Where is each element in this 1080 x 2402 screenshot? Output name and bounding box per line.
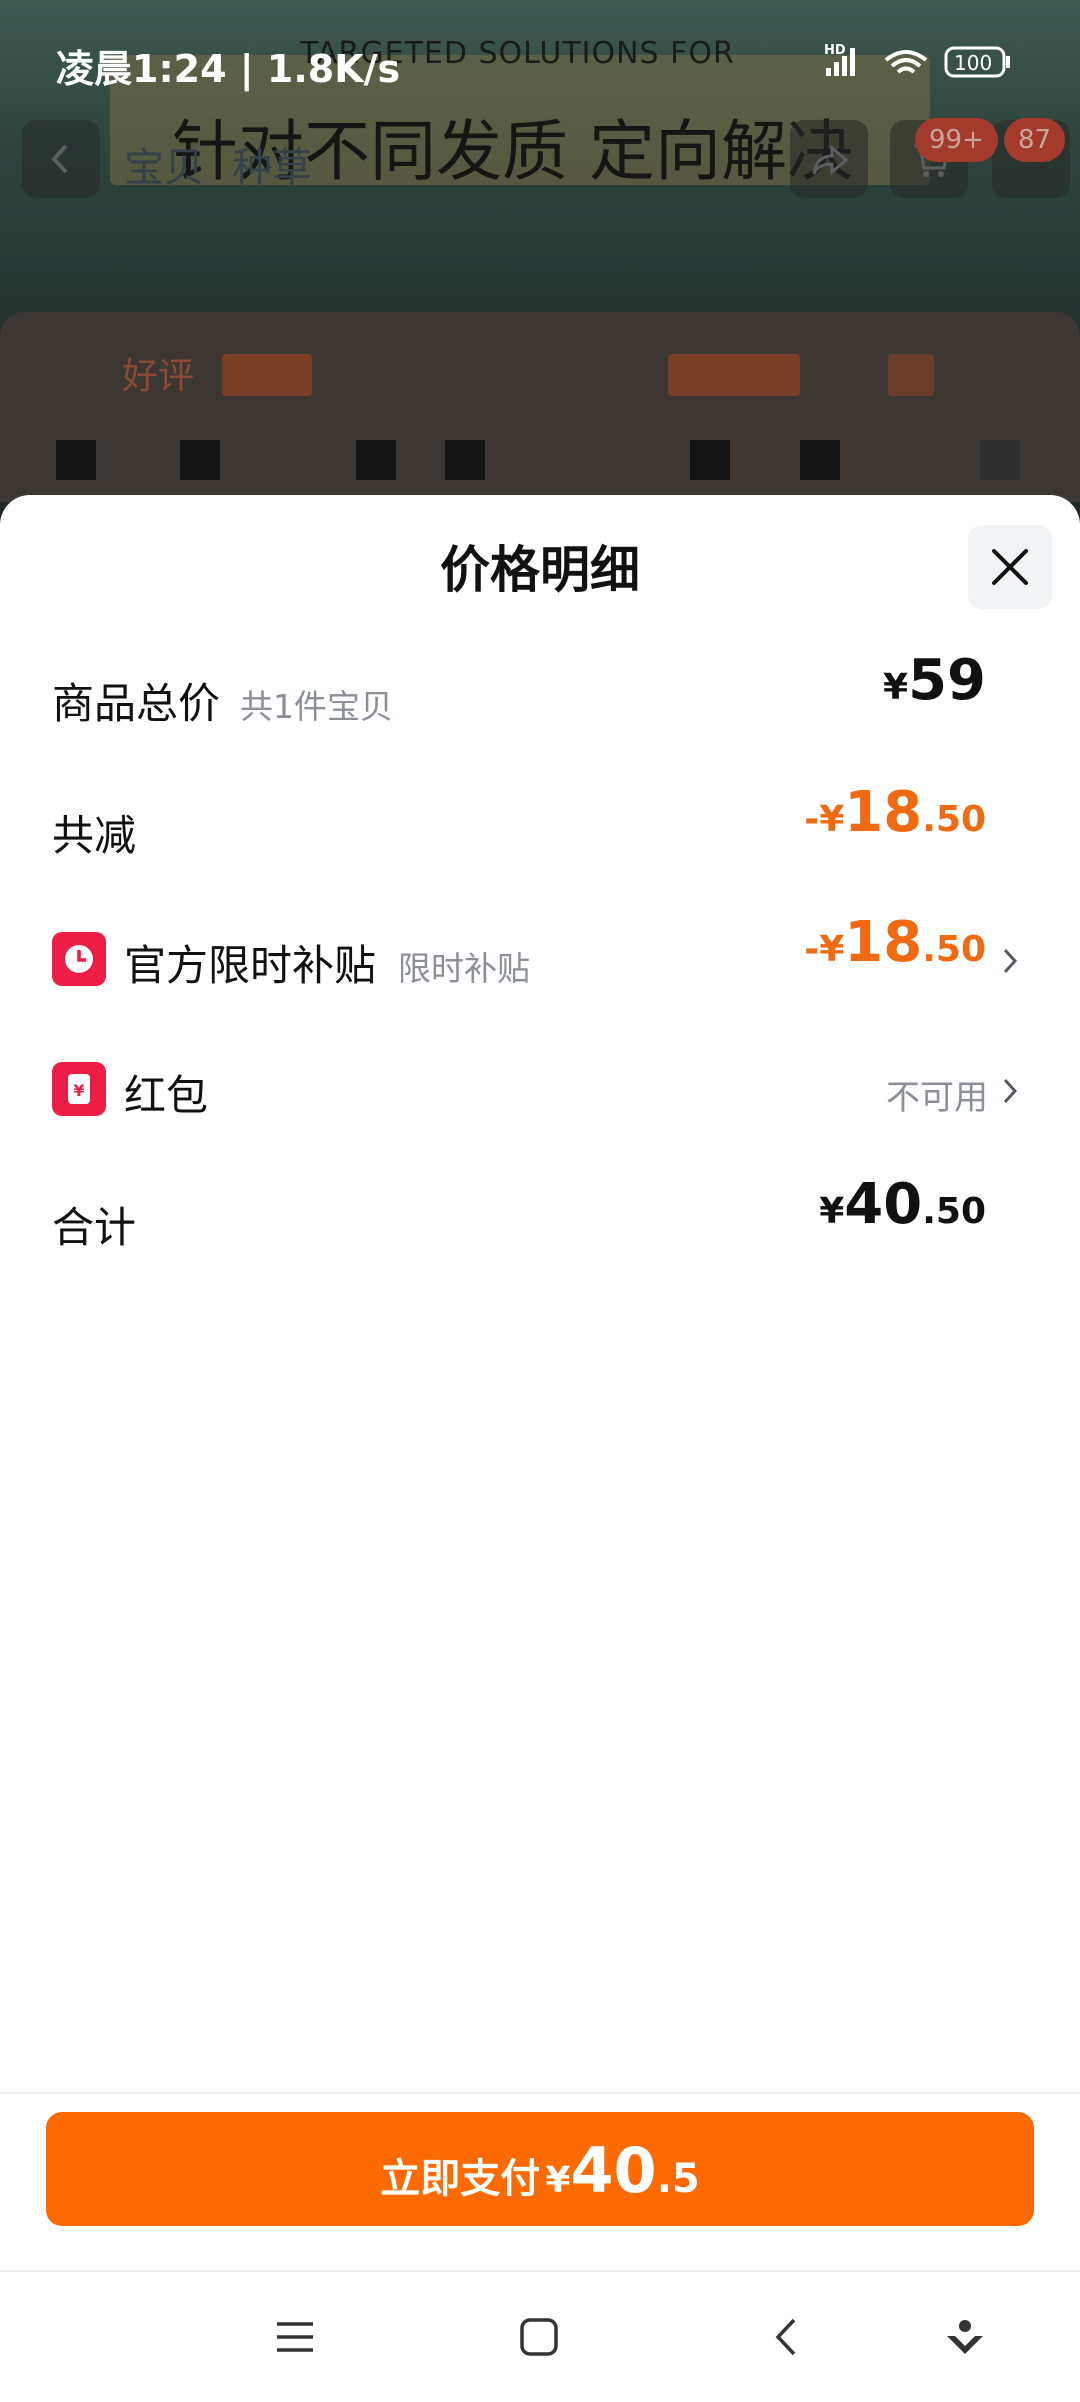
blurred-mark [800,440,840,480]
row-red-packet[interactable]: ¥ 红包 不可用 [0,1040,1080,1140]
red-packet-label: 红包 [124,1071,209,1120]
status-time: 凌晨1:24 [56,47,227,91]
blurred-strip [668,354,800,396]
blurred-strip [222,354,312,396]
sheet-title: 价格明细 [440,541,640,599]
menu-icon[interactable] [274,2316,316,2358]
subsidy-amount: -¥18.50 [804,910,986,975]
reduction-amount: -¥18.50 [804,780,986,845]
total-amount: ¥59 [883,648,986,713]
battery-icon: 100 [944,46,1010,78]
reduction-label: 共减 [52,811,137,860]
amount-integer: 18 [844,910,923,975]
assistant-icon[interactable] [944,2316,986,2358]
close-button[interactable] [968,525,1052,609]
more-badge: 87 [1004,118,1066,162]
back-button[interactable] [22,120,100,198]
tab-grass[interactable]: 种草 [232,135,312,193]
amount-integer: 40 [844,1172,923,1237]
amount-decimal: .50 [922,799,986,840]
row-sum: 合计 ¥40.50 [0,1172,1080,1272]
subsidy-tag: 限时补贴 [398,949,530,988]
hd-indicator: HD [824,43,846,58]
status-separator: | [239,47,267,91]
status-bar: 凌晨1:24 | 1.8K/s [56,38,400,93]
red-packet-status: 不可用 [886,1078,988,1118]
sum-amount: ¥40.50 [819,1172,986,1237]
row-official-subsidy[interactable]: 官方限时补贴 限时补贴 -¥18.50 [0,910,1080,1010]
blurred-mark [690,440,730,480]
review-label: 好评 [122,356,195,397]
home-icon[interactable] [518,2316,560,2358]
pay-amount-decimal: .5 [656,2156,700,2202]
chevron-right-icon [1003,948,1018,974]
pay-label: 立即支付 [380,2156,541,2202]
amount-integer: 59 [908,648,986,713]
wifi-icon [884,50,928,74]
row-total-price: 商品总价 共1件宝贝 ¥59 [0,648,1080,748]
item-count: 共1件宝贝 [240,687,393,726]
blurred-mark [56,440,96,480]
sum-label: 合计 [52,1203,137,1252]
svg-text:¥: ¥ [73,1081,84,1100]
minus-currency: -¥ [804,929,845,970]
currency-symbol: ¥ [819,1191,845,1232]
pay-amount-integer: 40 [570,2134,657,2207]
blurred-mark [980,440,1020,480]
row-total-reduction: 共减 -¥18.50 [0,780,1080,880]
amount-decimal: .50 [922,929,986,970]
system-nav-bar [0,2270,1080,2402]
cart-badge: 99+ [915,118,998,162]
share-icon [812,144,849,176]
blurred-mark [356,440,396,480]
red-packet-icon: ¥ [52,1062,106,1116]
blurred-mark [180,440,220,480]
total-label: 商品总价 [52,679,221,728]
close-icon [992,549,1028,585]
product-card-background: 好评 [0,312,1080,502]
battery-level: 100 [954,51,992,75]
blurred-mark [445,440,485,480]
back-arrow-icon [51,144,68,174]
minus-currency: -¥ [804,799,845,840]
pay-now-button[interactable]: 立即支付 ¥40.5 [46,2112,1034,2226]
blurred-strip [888,354,934,396]
network-speed: 1.8K/s [266,47,401,91]
chevron-right-icon [1003,1078,1018,1104]
status-icons: HD 100 [822,40,1022,88]
share-button[interactable] [790,120,868,198]
amount-decimal: .50 [922,1191,986,1232]
currency-symbol: ¥ [883,667,909,708]
subsidy-label: 官方限时补贴 [124,941,377,990]
currency-symbol: ¥ [545,2160,571,2201]
tab-item[interactable]: 宝贝 [124,135,204,193]
amount-integer: 18 [844,780,923,845]
back-icon[interactable] [766,2316,808,2358]
clock-icon [52,932,106,986]
